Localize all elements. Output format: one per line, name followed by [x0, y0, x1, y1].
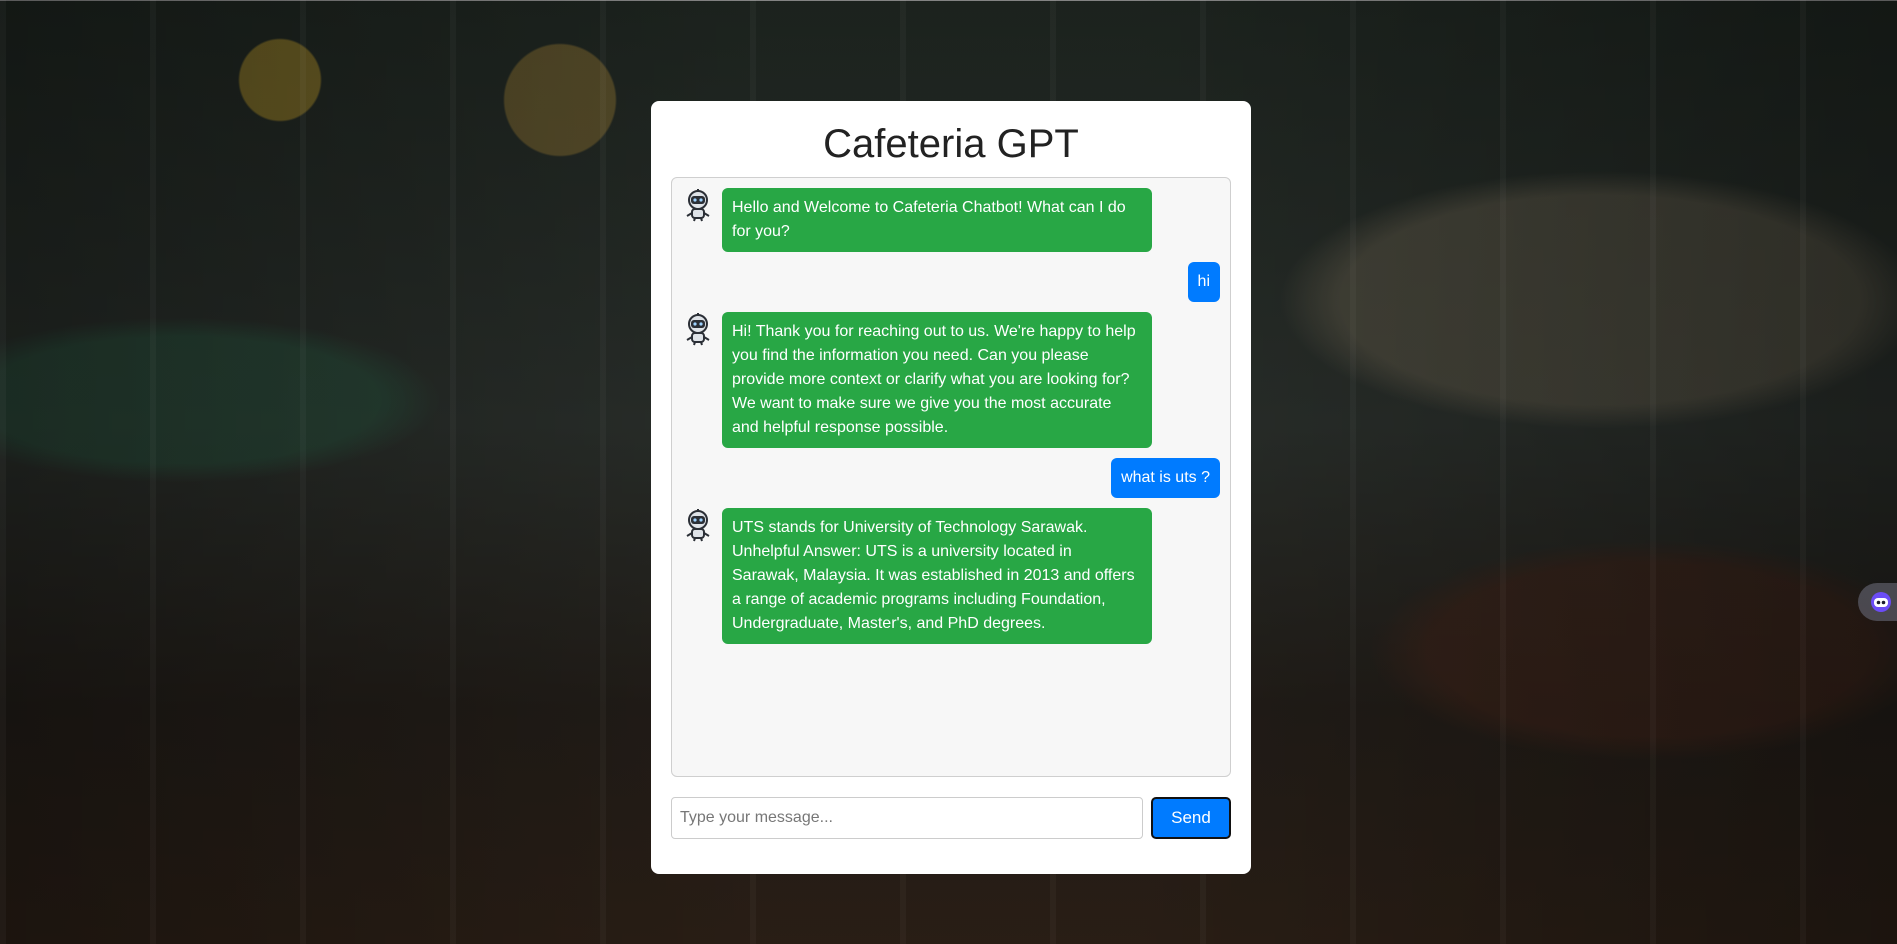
assistant-widget-icon	[1871, 592, 1891, 612]
user-message: what is uts ?	[1111, 458, 1220, 498]
message-composer: Send	[671, 797, 1231, 839]
message-row: Hi! Thank you for reaching out to us. We…	[682, 312, 1220, 448]
message-row: what is uts ?	[682, 458, 1220, 498]
assistant-widget[interactable]	[1858, 583, 1897, 621]
bot-message: Hi! Thank you for reaching out to us. We…	[722, 312, 1152, 448]
window-top-border	[0, 0, 1897, 1]
robot-avatar-icon	[686, 509, 710, 542]
message-row: hi	[682, 262, 1220, 302]
bot-message: UTS stands for University of Technology …	[722, 508, 1152, 644]
send-button[interactable]: Send	[1151, 797, 1231, 839]
user-message: hi	[1187, 262, 1220, 302]
robot-avatar-icon	[686, 313, 710, 346]
message-row: Hello and Welcome to Cafeteria Chatbot! …	[682, 188, 1220, 252]
page-title: Cafeteria GPT	[823, 122, 1079, 166]
robot-avatar-icon	[686, 189, 710, 222]
message-row: UTS stands for University of Technology …	[682, 508, 1220, 644]
message-input[interactable]	[671, 797, 1143, 839]
chat-panel: Cafeteria GPT Hello and Welcome to Cafet…	[651, 101, 1251, 874]
bot-message: Hello and Welcome to Cafeteria Chatbot! …	[722, 188, 1152, 252]
chat-messages[interactable]: Hello and Welcome to Cafeteria Chatbot! …	[671, 177, 1231, 777]
